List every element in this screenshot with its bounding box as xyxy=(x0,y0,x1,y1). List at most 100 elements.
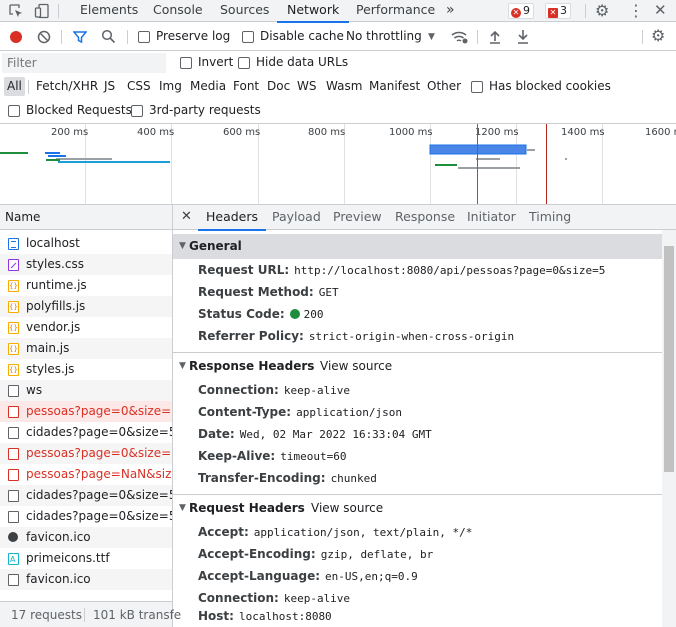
transfer-size: 101 kB transfe xyxy=(93,608,182,622)
type-filter-doc[interactable]: Doc xyxy=(264,77,293,96)
type-filter-manifest[interactable]: Manifest xyxy=(366,77,423,96)
header-value: timeout=60 xyxy=(280,450,347,463)
issues-icon: ✕ xyxy=(548,8,558,18)
type-filter-css[interactable]: CSS xyxy=(124,77,154,96)
tab-payload[interactable]: Payload xyxy=(272,205,321,230)
filter-icon[interactable] xyxy=(72,30,88,44)
view-source-link[interactable]: View source xyxy=(320,354,392,379)
overview-bar xyxy=(48,155,66,157)
request-name: polyfills.js xyxy=(26,299,86,313)
request-row-main-js[interactable]: main.js xyxy=(0,338,172,359)
tab-sources[interactable]: Sources xyxy=(220,0,269,22)
invert-checkbox[interactable] xyxy=(180,57,192,69)
tab-preview[interactable]: Preview xyxy=(333,205,382,230)
request-row-cidades[interactable]: cidades?page=0&size=5 xyxy=(0,422,172,443)
import-har-icon[interactable] xyxy=(489,29,501,44)
clear-icon[interactable] xyxy=(37,30,51,44)
divider xyxy=(173,352,662,353)
device-toolbar-icon[interactable] xyxy=(34,3,50,19)
request-row-styles-js[interactable]: styles.js xyxy=(0,359,172,380)
type-filter-fetch-xhr[interactable]: Fetch/XHR xyxy=(33,77,101,96)
preserve-log-checkbox[interactable] xyxy=(138,31,150,43)
request-header-row: Accept-Language: en-US,en;q=0.9 xyxy=(198,565,418,587)
fetch-icon xyxy=(8,490,19,502)
type-filter-img[interactable]: Img xyxy=(156,77,185,96)
blocked-requests-checkbox[interactable] xyxy=(8,105,20,117)
network-settings-gear-icon[interactable]: ⚙ xyxy=(651,27,665,45)
header-value: en-US,en;q=0.9 xyxy=(325,570,418,583)
more-options-icon[interactable]: ⋮ xyxy=(628,2,644,20)
tab-response[interactable]: Response xyxy=(395,205,455,230)
hide-data-urls-checkbox[interactable] xyxy=(238,57,250,69)
inspect-element-icon[interactable] xyxy=(8,3,24,19)
request-row-vendor-js[interactable]: vendor.js xyxy=(0,317,172,338)
close-details-icon[interactable]: ✕ xyxy=(181,209,192,224)
close-icon[interactable]: ✕ xyxy=(654,1,667,19)
tab-elements[interactable]: Elements xyxy=(80,0,138,22)
tab-console[interactable]: Console xyxy=(153,0,203,22)
request-row-polyfills-js[interactable]: polyfills.js xyxy=(0,296,172,317)
panel-splitter[interactable] xyxy=(172,205,173,627)
filter-input[interactable] xyxy=(2,53,166,73)
type-filter-all[interactable]: All xyxy=(4,77,25,96)
tab-performance[interactable]: Performance xyxy=(356,0,435,22)
request-row-runtime-js[interactable]: runtime.js xyxy=(0,275,172,296)
request-row-localhost[interactable]: localhost xyxy=(0,233,172,254)
type-filter-wasm[interactable]: Wasm xyxy=(323,77,365,96)
overview-bar xyxy=(458,167,520,169)
separator xyxy=(58,4,59,18)
type-filter-font[interactable]: Font xyxy=(230,77,262,96)
general-section-header[interactable]: ▼ General xyxy=(173,234,662,259)
request-headers-section-header[interactable]: ▼ Request Headers View source xyxy=(173,496,662,521)
record-icon[interactable] xyxy=(10,31,22,43)
response-header-row: Connection: keep-alive xyxy=(198,379,350,401)
expand-triangle-icon: ▼ xyxy=(179,361,186,371)
type-filter-media[interactable]: Media xyxy=(187,77,229,96)
general-row: Request Method: GET xyxy=(198,281,339,303)
response-headers-section-header[interactable]: ▼ Response Headers View source xyxy=(173,354,662,379)
request-row-cidades[interactable]: cidades?page=0&size=5 xyxy=(0,506,172,527)
request-row-pessoas-selected[interactable]: pessoas?page=0&size=5 xyxy=(0,401,172,422)
throttling-select[interactable]: No throttling xyxy=(346,29,422,43)
request-row-primeicons-ttf[interactable]: primeicons.ttf xyxy=(0,548,172,569)
type-filter-other[interactable]: Other xyxy=(424,77,464,96)
type-filter-js[interactable]: JS xyxy=(101,77,118,96)
fetch-icon xyxy=(8,427,19,439)
type-filter-ws[interactable]: WS xyxy=(294,77,319,96)
name-column-header[interactable]: Name xyxy=(0,205,172,230)
section-title: Request Headers xyxy=(189,501,305,515)
tab-network[interactable]: Network xyxy=(276,0,350,23)
request-row-pessoas-nan[interactable]: pessoas?page=NaN&siz... xyxy=(0,464,172,485)
tab-timing[interactable]: Timing xyxy=(529,205,571,230)
more-tabs-button[interactable]: » xyxy=(446,0,455,22)
request-name: favicon.ico xyxy=(26,572,91,586)
wifi-conditions-icon[interactable] xyxy=(451,29,469,45)
request-row-ws[interactable]: ws xyxy=(0,380,172,401)
export-har-icon[interactable] xyxy=(517,29,529,44)
issues-badge[interactable]: ✕ 3 xyxy=(545,3,571,19)
request-name: runtime.js xyxy=(26,278,87,292)
separator xyxy=(61,30,62,44)
view-source-link[interactable]: View source xyxy=(311,496,383,521)
search-icon[interactable] xyxy=(101,29,116,44)
request-row-favicon[interactable]: favicon.ico xyxy=(0,527,172,548)
third-party-requests-checkbox[interactable] xyxy=(131,105,143,117)
separator xyxy=(585,4,586,18)
disable-cache-checkbox[interactable] xyxy=(242,31,254,43)
overview-bar xyxy=(476,158,500,160)
request-name: primeicons.ttf xyxy=(26,551,110,565)
has-blocked-cookies-checkbox[interactable] xyxy=(471,81,483,93)
settings-gear-icon[interactable]: ⚙ xyxy=(595,2,609,20)
request-row-cidades[interactable]: cidades?page=0&size=5 xyxy=(0,485,172,506)
details-scrollbar-thumb[interactable] xyxy=(664,246,674,472)
header-key: Keep-Alive: xyxy=(198,449,276,463)
request-row-styles-css[interactable]: styles.css xyxy=(0,254,172,275)
separator xyxy=(642,30,643,44)
tab-initiator[interactable]: Initiator xyxy=(467,205,516,230)
errors-badge[interactable]: ✕ 9 xyxy=(508,3,534,19)
request-name: pessoas?page=0&size=5 xyxy=(26,446,172,460)
request-row-pessoas-error[interactable]: pessoas?page=0&size=5 xyxy=(0,443,172,464)
overview-bar xyxy=(46,159,60,161)
tab-headers[interactable]: Headers xyxy=(197,205,267,231)
request-row-favicon[interactable]: favicon.ico xyxy=(0,569,172,590)
